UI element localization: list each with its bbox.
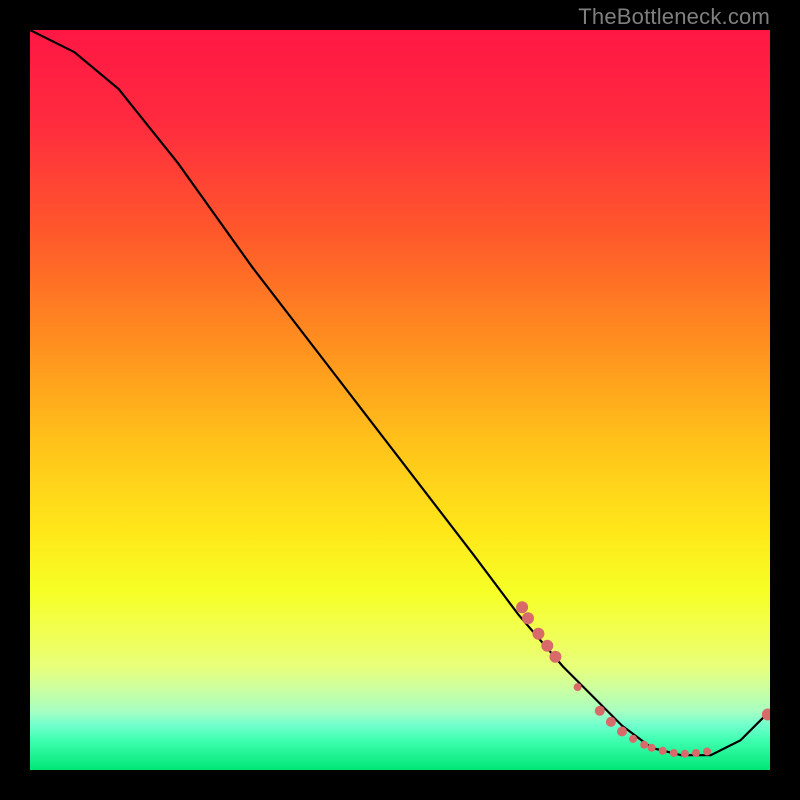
chart-frame: TheBottleneck.com bbox=[0, 0, 800, 800]
curve-marker bbox=[648, 744, 656, 752]
bottleneck-curve bbox=[30, 30, 770, 755]
curve-marker bbox=[659, 747, 667, 755]
chart-overlay-svg bbox=[30, 30, 770, 770]
curve-marker bbox=[617, 727, 627, 737]
curve-marker bbox=[703, 748, 711, 756]
curve-marker bbox=[549, 651, 561, 663]
curve-marker bbox=[595, 706, 605, 716]
curve-marker bbox=[629, 735, 637, 743]
curve-marker bbox=[541, 640, 553, 652]
curve-marker bbox=[640, 741, 648, 749]
curve-marker bbox=[670, 749, 678, 757]
watermark-text: TheBottleneck.com bbox=[578, 4, 770, 30]
chart-plot-area bbox=[30, 30, 770, 770]
curve-marker bbox=[574, 683, 582, 691]
curve-marker bbox=[681, 750, 689, 758]
curve-marker bbox=[532, 628, 544, 640]
curve-marker bbox=[522, 612, 534, 624]
curve-marker bbox=[516, 601, 528, 613]
curve-marker bbox=[692, 749, 700, 757]
curve-markers bbox=[516, 601, 770, 758]
curve-marker bbox=[606, 717, 616, 727]
